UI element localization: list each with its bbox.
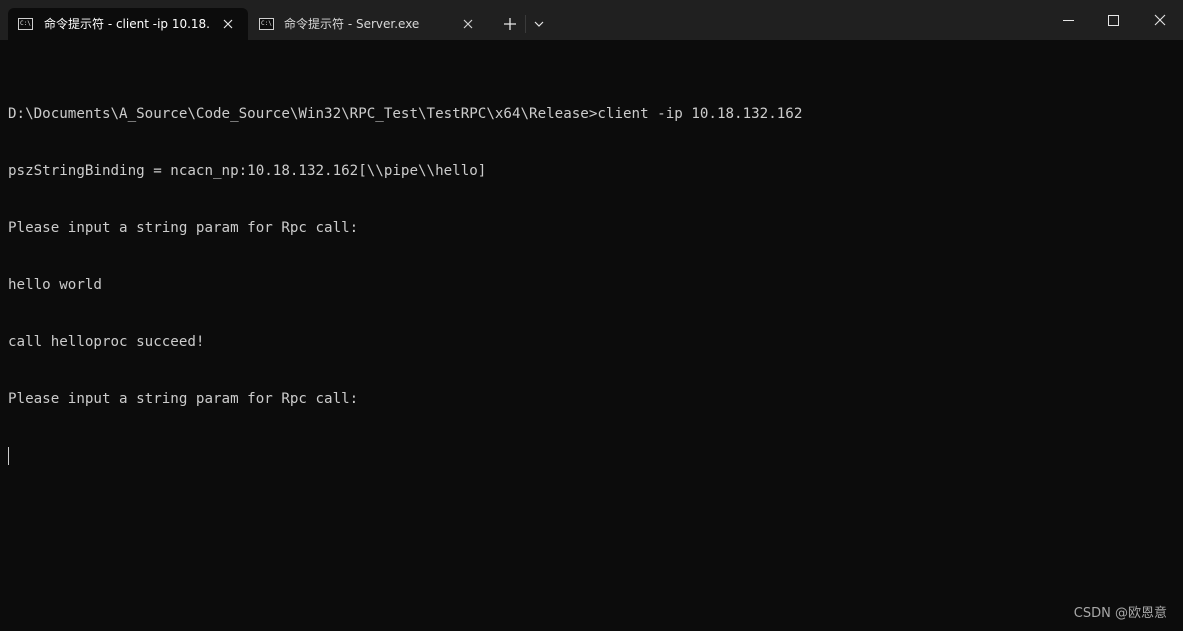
tab-title: 命令提示符 - Server.exe — [284, 17, 420, 31]
cmd-icon: C:\ — [18, 18, 33, 30]
terminal-line: D:\Documents\A_Source\Code_Source\Win32\… — [8, 106, 803, 122]
new-tab-button[interactable] — [500, 14, 520, 34]
terminal-window: C:\ 命令提示符 - client -ip 10.18.132.162 C:\… — [0, 0, 1183, 631]
terminal-line: call helloproc succeed! — [8, 334, 205, 350]
minimize-icon — [1062, 19, 1074, 21]
minimize-button[interactable] — [1053, 8, 1083, 32]
tab-server[interactable]: C:\ 命令提示符 - Server.exe — [250, 8, 486, 40]
cmd-icon: C:\ — [259, 18, 274, 30]
terminal-output[interactable]: D:\Documents\A_Source\Code_Source\Win32\… — [8, 67, 1168, 504]
tab-separator — [525, 15, 526, 33]
terminal-line: pszStringBinding = ncacn_np:10.18.132.16… — [8, 163, 487, 179]
plus-icon — [504, 18, 516, 30]
tab-client[interactable]: C:\ 命令提示符 - client -ip 10.18.132.162 — [8, 8, 248, 40]
title-bar: C:\ 命令提示符 - client -ip 10.18.132.162 C:\… — [0, 0, 1183, 40]
close-icon[interactable] — [220, 16, 236, 32]
close-icon — [1154, 14, 1166, 26]
watermark: CSDN @欧恩意 — [1073, 606, 1167, 621]
close-icon[interactable] — [460, 16, 476, 32]
text-cursor — [8, 447, 9, 465]
close-window-button[interactable] — [1145, 8, 1175, 32]
input-line[interactable] — [8, 447, 1168, 466]
chevron-down-icon — [534, 21, 544, 27]
tab-title: 命令提示符 - client -ip 10.18.132.162 — [44, 17, 210, 31]
terminal-line: Please input a string param for Rpc call… — [8, 391, 359, 407]
terminal-line: hello world — [8, 277, 102, 293]
maximize-icon — [1107, 14, 1119, 26]
maximize-button[interactable] — [1098, 8, 1128, 32]
tab-dropdown-button[interactable] — [530, 15, 548, 33]
terminal-line: Please input a string param for Rpc call… — [8, 220, 359, 236]
